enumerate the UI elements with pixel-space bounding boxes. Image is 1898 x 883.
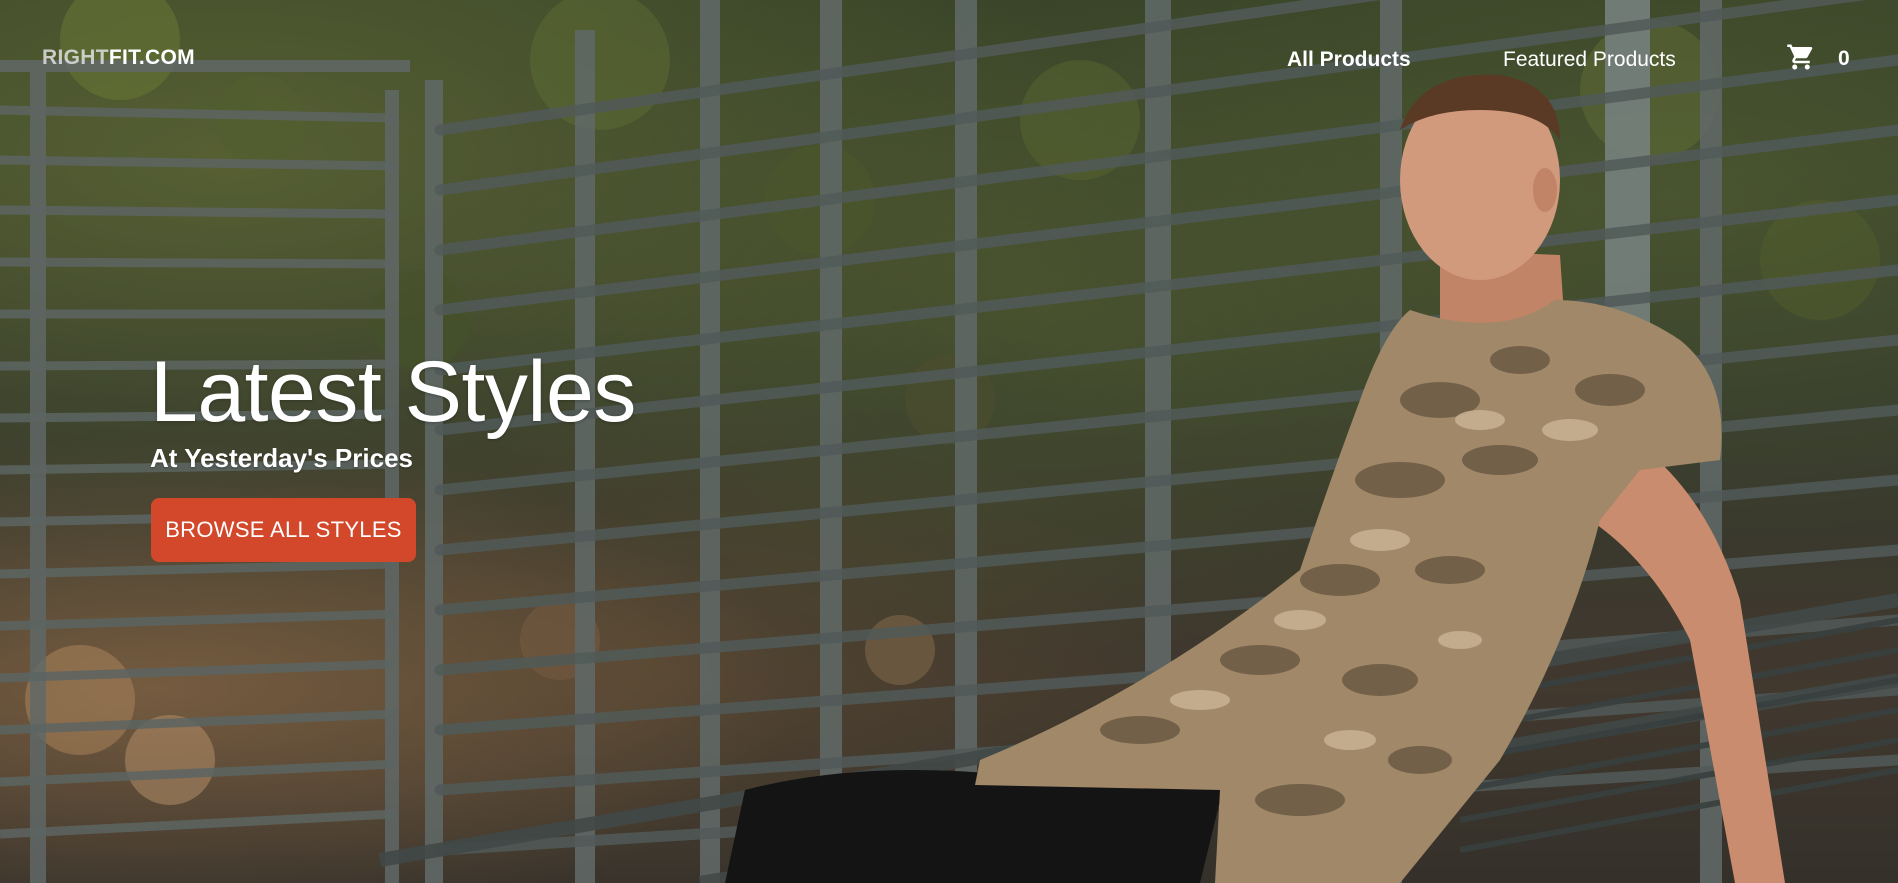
top-navigation: RIGHTFIT.COM All Products Featured Produ…: [0, 0, 1898, 118]
hero-subtitle: At Yesterday's Prices: [150, 443, 413, 473]
hero-text-block: Latest Styles At Yesterday's Prices: [150, 342, 750, 474]
browse-all-styles-button[interactable]: BROWSE ALL STYLES: [151, 498, 416, 562]
hero-section: RIGHTFIT.COM All Products Featured Produ…: [0, 0, 1898, 883]
brand-prefix: RIGHT: [42, 46, 109, 69]
brand-logo-link[interactable]: RIGHTFIT.COM: [42, 46, 195, 70]
brand-suffix: FIT.COM: [108, 46, 195, 69]
cart-count: 0: [1838, 47, 1850, 70]
shopping-cart-icon: [1787, 44, 1813, 70]
hero-title: Latest Styles: [150, 344, 636, 440]
nav-featured-products[interactable]: Featured Products: [1503, 48, 1676, 72]
cart-button[interactable]: 0: [1786, 42, 1856, 78]
nav-all-products[interactable]: All Products: [1287, 48, 1411, 72]
